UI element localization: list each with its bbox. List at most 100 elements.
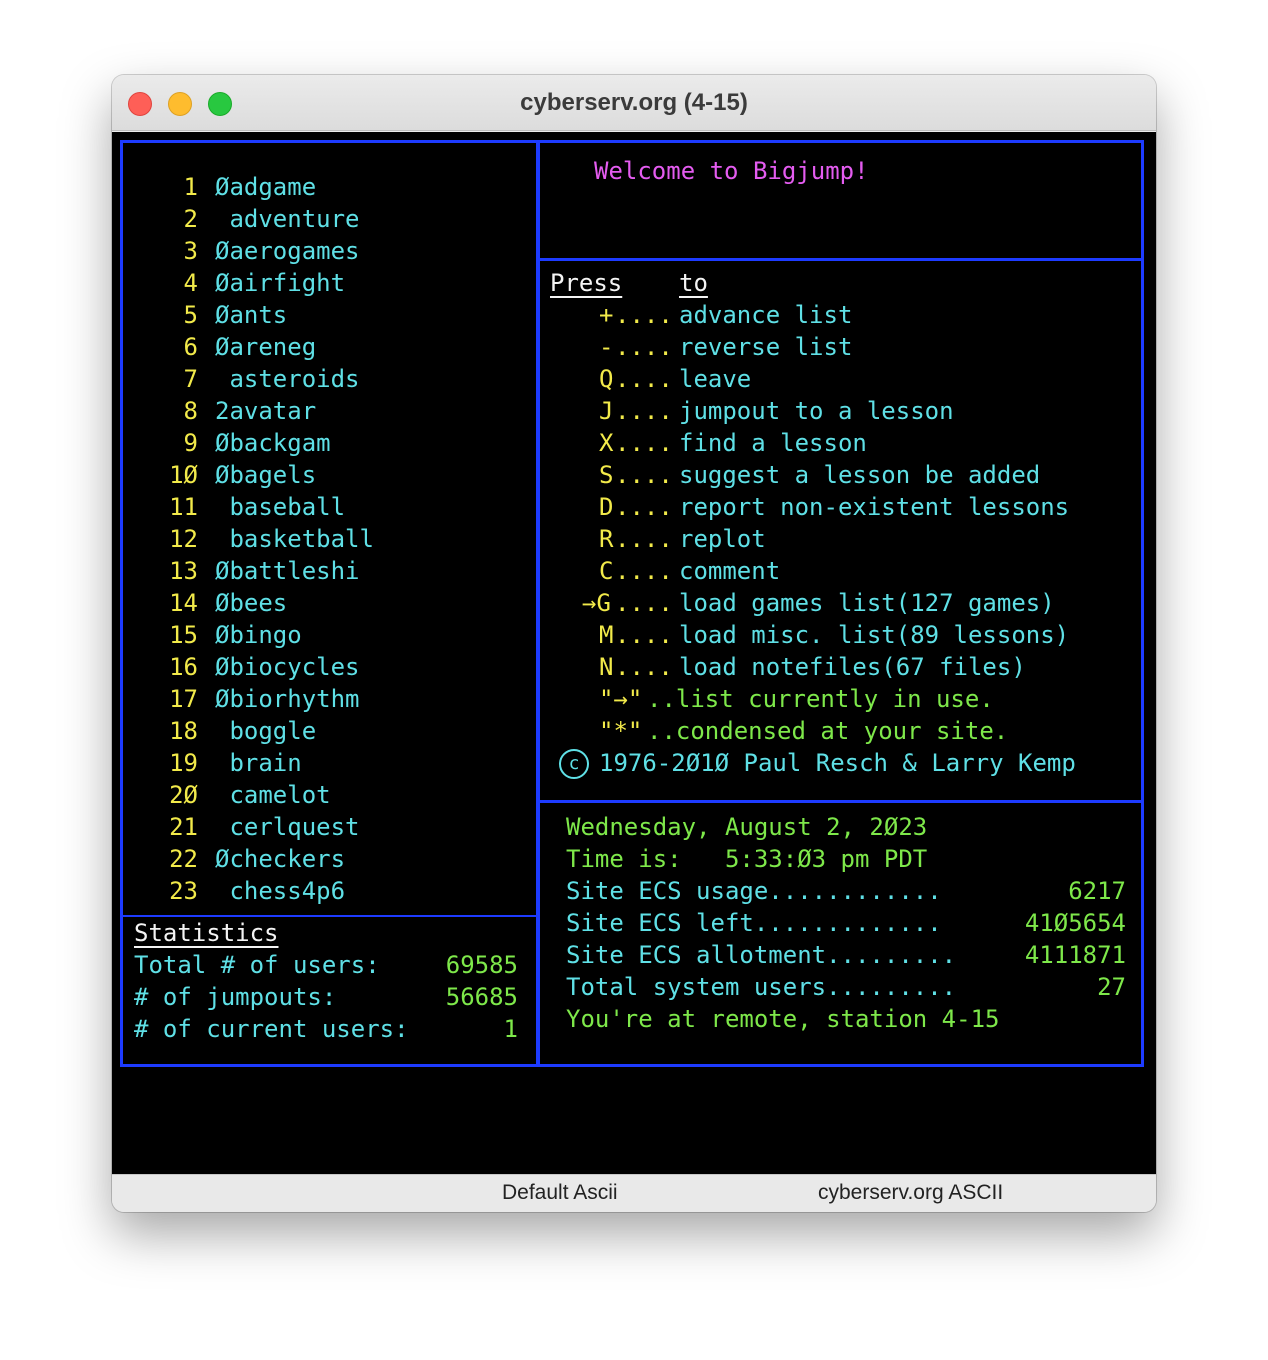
menu-dots: .... — [615, 365, 673, 393]
info-label: Site ECS usage............ — [566, 877, 942, 905]
game-number: 4 — [183, 269, 198, 297]
game-number: 7 — [183, 365, 198, 393]
menu-dots: .... — [615, 493, 673, 521]
info-divider — [538, 800, 1144, 803]
vertical-divider — [536, 140, 540, 1067]
game-number: 13 — [169, 557, 198, 585]
welcome-divider — [538, 258, 1144, 261]
date-line: Wednesday, August 2, 2Ø23 — [566, 813, 928, 841]
copyright-text: 1976-2Ø1Ø Paul Resch & Larry Kemp — [599, 749, 1076, 777]
menu-key: - — [599, 333, 614, 361]
menu-dots: .... — [615, 333, 673, 361]
status-bar: Default Ascii cyberserv.org ASCII — [112, 1174, 1156, 1212]
menu-description: suggest a lesson be added — [679, 461, 1041, 489]
menu-key: S — [599, 461, 614, 489]
menu-key: →G — [582, 589, 611, 617]
game-number: 21 — [169, 813, 198, 841]
game-name: Øbees — [215, 589, 288, 617]
game-number: 12 — [169, 525, 198, 553]
menu-description: jumpout to a lesson — [679, 397, 954, 425]
game-name: Øaerogames — [215, 237, 360, 265]
game-name: Øadgame — [215, 173, 317, 201]
legend-condensed-symbol: "*" — [599, 717, 643, 745]
stat-total-users-value: 69585 — [445, 951, 518, 979]
time-line: Time is: 5:33:Ø3 pm PDT — [566, 845, 928, 873]
game-number: 1 — [183, 173, 198, 201]
menu-description: leave — [679, 365, 752, 393]
menu-description: load games list(127 games) — [679, 589, 1055, 617]
menu-description: load misc. list(89 lessons) — [679, 621, 1070, 649]
game-name: baseball — [215, 493, 346, 521]
to-header: to — [679, 269, 708, 297]
legend-condensed-text: ..condensed at your site. — [647, 717, 1009, 745]
game-name: camelot — [215, 781, 331, 809]
game-name: boggle — [215, 717, 317, 745]
host-encoding-label[interactable]: cyberserv.org ASCII — [818, 1181, 1003, 1205]
game-name: Øbattleshi — [215, 557, 360, 585]
game-number: 18 — [169, 717, 198, 745]
info-value: 27 — [1097, 973, 1126, 1001]
menu-key: D — [599, 493, 614, 521]
game-number: 3 — [183, 237, 198, 265]
menu-dots: .... — [615, 589, 673, 617]
game-name: Øcheckers — [215, 845, 346, 873]
game-name: Øbiorhythm — [215, 685, 360, 713]
game-name: Øairfight — [215, 269, 346, 297]
station-line: You're at remote, station 4-15 — [566, 1005, 1000, 1033]
info-value: 41Ø5654 — [1024, 909, 1126, 937]
game-number: 9 — [183, 429, 198, 457]
menu-key: M — [599, 621, 614, 649]
game-number: 2 — [183, 205, 198, 233]
game-name: Øbagels — [215, 461, 317, 489]
terminal-screen[interactable]: 1 Øadgame 2 adventure 3 Øaerogames 4 Øairfight… — [112, 132, 1156, 1174]
game-number: 2Ø — [169, 781, 198, 809]
game-name: Øants — [215, 301, 288, 329]
game-number: 16 — [169, 653, 198, 681]
press-header: Press — [550, 269, 623, 297]
stat-jumpouts-value: 56685 — [445, 983, 518, 1011]
menu-dots: .... — [615, 621, 673, 649]
stat-current-users-label: # of current users: — [134, 1015, 409, 1043]
info-label: Site ECS allotment......... — [566, 941, 957, 969]
game-number: 22 — [169, 845, 198, 873]
game-name: Øbingo — [215, 621, 302, 649]
stat-jumpouts-label: # of jumpouts: — [134, 983, 337, 1011]
menu-dots: .... — [615, 653, 673, 681]
info-value: 6217 — [1068, 877, 1126, 905]
game-name: Øbackgam — [215, 429, 331, 457]
menu-description: load notefiles(67 files) — [679, 653, 1026, 681]
game-number: 6 — [183, 333, 198, 361]
menu-key: R — [599, 525, 614, 553]
game-number: 5 — [183, 301, 198, 329]
menu-key: Q — [599, 365, 614, 393]
menu-key: X — [599, 429, 614, 457]
game-name: cerlquest — [215, 813, 360, 841]
menu-description: reverse list — [679, 333, 853, 361]
menu-dots: .... — [615, 461, 673, 489]
game-name: Øareneg — [215, 333, 317, 361]
menu-dots: .... — [615, 525, 673, 553]
stat-current-users-value: 1 — [503, 1015, 518, 1043]
statistics-heading: Statistics — [134, 919, 279, 947]
game-number: 11 — [169, 493, 198, 521]
info-label: Site ECS left............. — [566, 909, 942, 937]
game-name: asteroids — [215, 365, 360, 393]
game-number: 8 — [183, 397, 198, 425]
menu-dots: .... — [615, 301, 673, 329]
game-number: 17 — [169, 685, 198, 713]
menu-dots: .... — [615, 397, 673, 425]
welcome-message: Welcome to Bigjump! — [594, 157, 869, 185]
game-number: 23 — [169, 877, 198, 905]
legend-current-text: ..list currently in use. — [647, 685, 994, 713]
window-title: cyberserv.org (4-15) — [520, 89, 748, 116]
menu-description: comment — [679, 557, 781, 585]
game-number: 1Ø — [169, 461, 198, 489]
game-name: basketball — [215, 525, 374, 553]
menu-key: C — [599, 557, 614, 585]
game-number: 15 — [169, 621, 198, 649]
encoding-label[interactable]: Default Ascii — [502, 1181, 618, 1205]
game-number: 19 — [169, 749, 198, 777]
game-name: chess4p6 — [215, 877, 346, 905]
game-name: adventure — [215, 205, 360, 233]
legend-current-symbol: "→" — [599, 685, 643, 713]
